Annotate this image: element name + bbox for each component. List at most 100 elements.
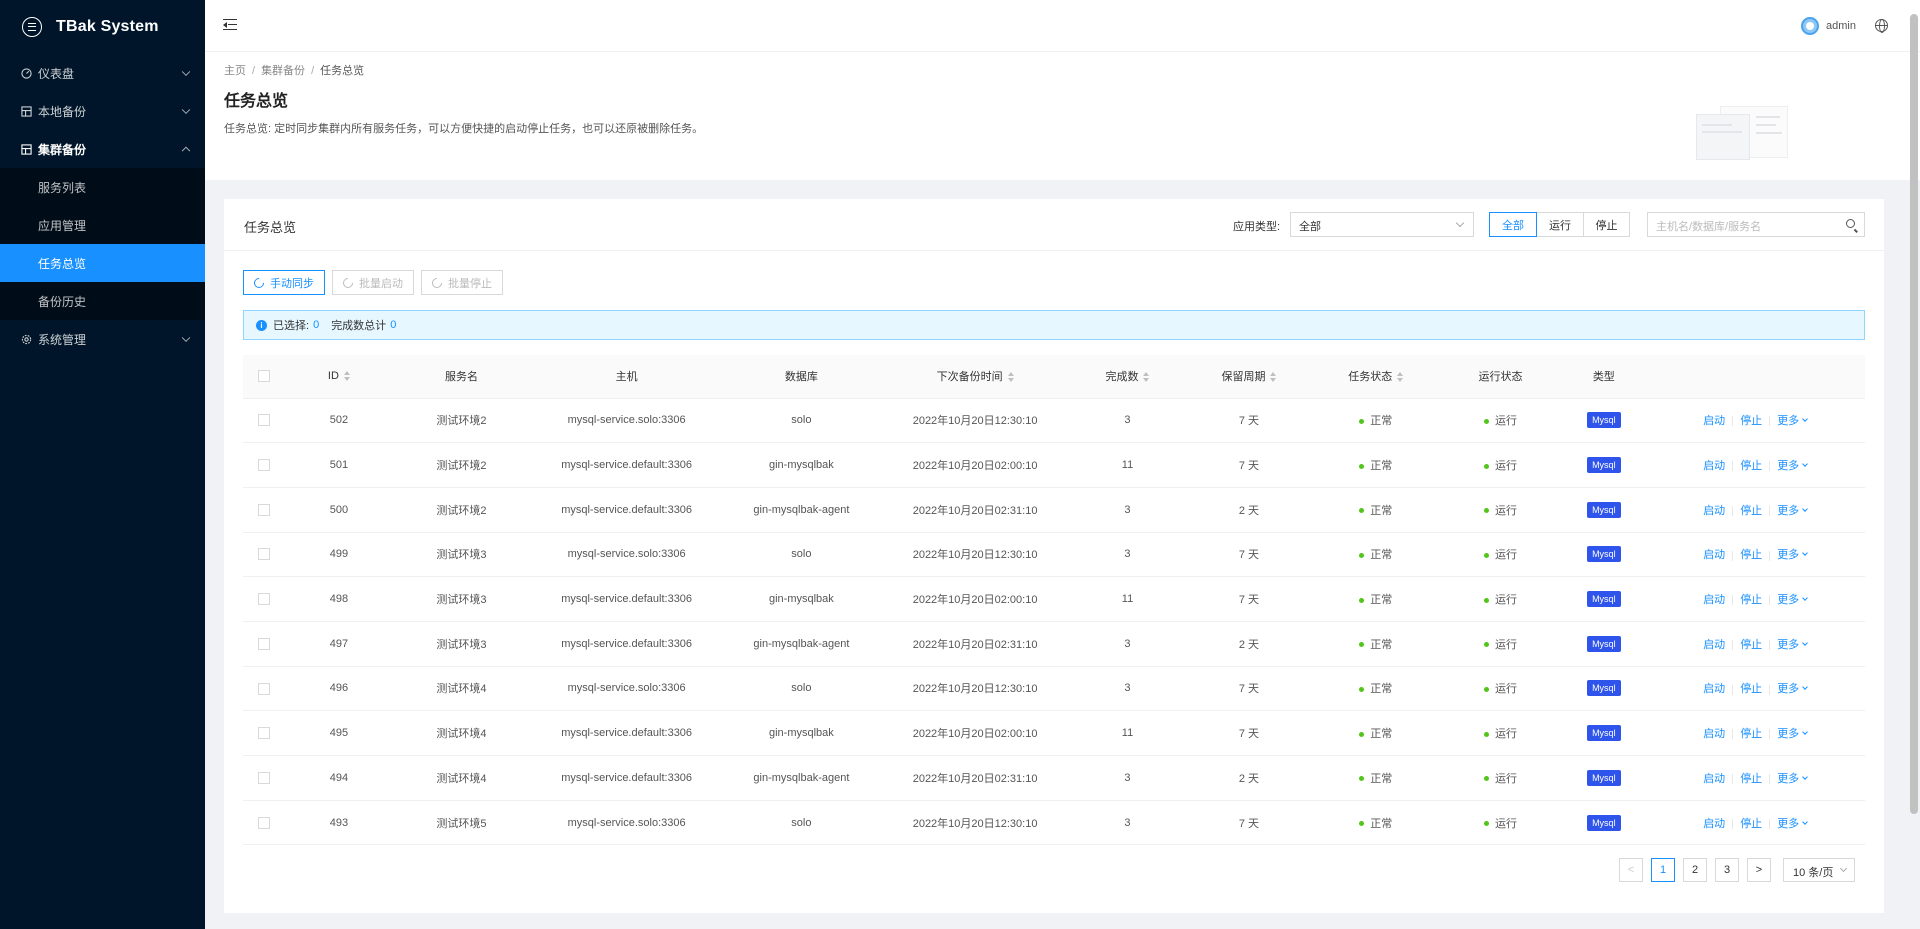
more-link[interactable]: 更多 (1777, 549, 1809, 561)
start-link[interactable]: 启动 (1703, 415, 1725, 427)
row-checkbox[interactable] (258, 682, 271, 695)
column-header-done-count[interactable]: 完成数 (1069, 355, 1186, 399)
sidebar-item-dashboard[interactable]: 仪表盘 (0, 54, 205, 92)
sidebar-item-service-list[interactable]: 服务列表 (0, 168, 205, 206)
stop-link[interactable]: 停止 (1740, 594, 1762, 606)
cell-task-status: 正常 (1312, 576, 1439, 622)
batch-start-button[interactable]: 批量启动 (332, 270, 414, 295)
stop-link[interactable]: 停止 (1740, 728, 1762, 740)
breadcrumb-cluster-backup[interactable]: 集群备份 (261, 65, 305, 77)
page-scrollbar[interactable] (1910, 14, 1918, 814)
logo-icon (22, 17, 42, 37)
start-link[interactable]: 启动 (1703, 594, 1725, 606)
stop-link[interactable]: 停止 (1740, 505, 1762, 517)
sort-icon[interactable] (1397, 372, 1404, 383)
cell-id: 498 (285, 576, 393, 622)
page-2-button[interactable]: 2 (1683, 858, 1707, 882)
sidebar-item-cluster-backup[interactable]: 集群备份 (0, 130, 205, 168)
row-checkbox[interactable] (258, 593, 271, 606)
column-header-id[interactable]: ID (285, 355, 393, 399)
page-1-button[interactable]: 1 (1651, 858, 1675, 882)
stop-link[interactable]: 停止 (1740, 415, 1762, 427)
stop-link[interactable]: 停止 (1740, 460, 1762, 472)
cell-service: 测试环境3 (392, 621, 531, 667)
status-dot-icon (1483, 463, 1489, 469)
more-link[interactable]: 更多 (1777, 639, 1809, 651)
globe-icon[interactable] (1875, 19, 1888, 33)
cell-next-backup: 2022年10月20日12:30:10 (880, 800, 1070, 846)
search-input[interactable]: 主机名/数据库/服务名 (1647, 212, 1865, 237)
row-checkbox[interactable] (258, 548, 271, 561)
filter-all-button[interactable]: 全部 (1489, 212, 1537, 237)
more-link[interactable]: 更多 (1777, 505, 1809, 517)
logo[interactable]: TBak System (0, 0, 205, 54)
sort-icon[interactable] (1270, 372, 1277, 383)
avatar (1801, 17, 1820, 35)
user-menu[interactable]: admin (1801, 17, 1856, 35)
start-link[interactable]: 启动 (1703, 505, 1725, 517)
search-icon[interactable] (1846, 219, 1855, 228)
card-header: 任务总览 应用类型: 全部 全部 运行 停止 主机名/数据库/服务名 (224, 199, 1884, 251)
more-link[interactable]: 更多 (1777, 773, 1809, 785)
sidebar-item-local-backup[interactable]: 本地备份 (0, 92, 205, 130)
row-checkbox[interactable] (258, 727, 271, 740)
start-link[interactable]: 启动 (1703, 683, 1725, 695)
menu-fold-icon[interactable] (223, 19, 237, 31)
filter-running-button[interactable]: 运行 (1536, 212, 1584, 237)
filter-stopped-button[interactable]: 停止 (1583, 212, 1630, 237)
more-link[interactable]: 更多 (1777, 415, 1809, 427)
stop-link[interactable]: 停止 (1740, 773, 1762, 785)
sidebar-item-backup-history[interactable]: 备份历史 (0, 282, 205, 320)
cell-retention: 7 天 (1185, 800, 1313, 846)
cell-task-status: 正常 (1312, 755, 1439, 801)
page-3-button[interactable]: 3 (1715, 858, 1739, 882)
more-link[interactable]: 更多 (1777, 818, 1809, 830)
sort-icon[interactable] (1143, 372, 1150, 383)
row-checkbox[interactable] (258, 816, 271, 829)
select-all-checkbox[interactable] (258, 370, 271, 383)
cell-actions: 启动 停止 更多 (1645, 532, 1865, 578)
start-link[interactable]: 启动 (1703, 773, 1725, 785)
cell-host: mysql-service.solo:3306 (530, 666, 723, 712)
start-link[interactable]: 启动 (1703, 549, 1725, 561)
stop-link[interactable]: 停止 (1740, 549, 1762, 561)
start-link[interactable]: 启动 (1703, 728, 1725, 740)
prev-page-button[interactable]: < (1619, 858, 1643, 882)
cell-done-count: 3 (1069, 800, 1186, 846)
page-size-select[interactable]: 10 条/页 (1783, 858, 1855, 882)
row-checkbox[interactable] (258, 414, 271, 427)
row-checkbox[interactable] (258, 459, 271, 472)
stop-link[interactable]: 停止 (1740, 683, 1762, 695)
column-header-retention[interactable]: 保留周期 (1185, 355, 1313, 399)
chevron-down-icon (1802, 595, 1809, 601)
stop-link[interactable]: 停止 (1740, 818, 1762, 830)
stop-link[interactable]: 停止 (1740, 639, 1762, 651)
breadcrumb-home[interactable]: 主页 (224, 65, 246, 77)
manual-sync-button[interactable]: 手动同步 (243, 270, 325, 295)
sidebar-item-task-overview[interactable]: 任务总览 (0, 244, 205, 282)
column-header-next-backup[interactable]: 下次备份时间 (880, 355, 1070, 399)
app-type-select[interactable]: 全部 (1290, 212, 1474, 237)
start-link[interactable]: 启动 (1703, 639, 1725, 651)
start-link[interactable]: 启动 (1703, 460, 1725, 472)
more-link[interactable]: 更多 (1777, 594, 1809, 606)
more-link[interactable]: 更多 (1777, 460, 1809, 472)
status-dot-icon (1359, 597, 1365, 603)
start-link[interactable]: 启动 (1703, 818, 1725, 830)
status-dot-icon (1359, 418, 1365, 424)
sort-icon[interactable] (1007, 372, 1014, 383)
sort-icon[interactable] (343, 371, 350, 382)
row-checkbox[interactable] (258, 771, 271, 784)
more-link[interactable]: 更多 (1777, 728, 1809, 740)
more-link[interactable]: 更多 (1777, 683, 1809, 695)
column-header-task-status[interactable]: 任务状态 (1312, 355, 1439, 399)
next-page-button[interactable]: > (1747, 858, 1771, 882)
row-checkbox[interactable] (258, 503, 271, 516)
sidebar-item-system-management[interactable]: 系统管理 (0, 320, 205, 358)
cell-type: Mysql (1562, 442, 1646, 488)
cell-service: 测试环境3 (392, 576, 531, 622)
row-checkbox[interactable] (258, 637, 271, 650)
column-header-host: 主机 (530, 355, 723, 399)
sidebar-item-app-management[interactable]: 应用管理 (0, 206, 205, 244)
batch-stop-button[interactable]: 批量停止 (421, 270, 503, 295)
